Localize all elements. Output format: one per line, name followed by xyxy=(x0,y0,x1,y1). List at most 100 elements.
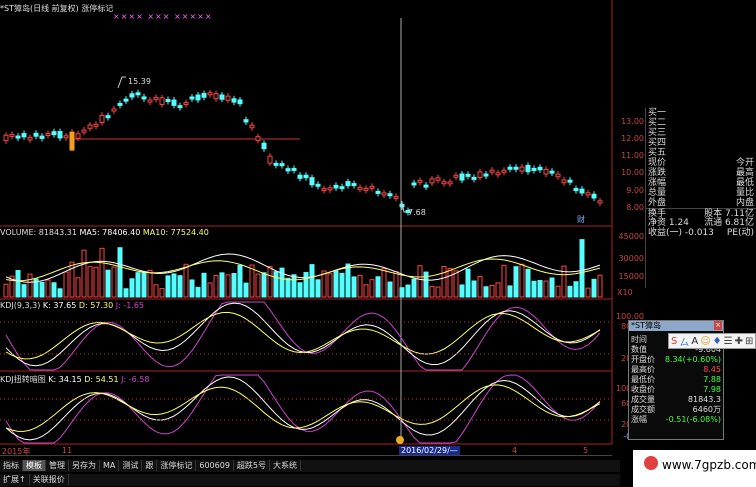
popup-row: 最低价 7.88 xyxy=(631,375,721,384)
candle-body xyxy=(411,182,417,186)
popup-title[interactable]: *ST獐岛 xyxy=(629,321,723,331)
candle-body xyxy=(357,186,363,190)
volume-bar xyxy=(69,261,75,298)
candle-body xyxy=(201,93,207,98)
volume-bar xyxy=(459,284,465,298)
volume-tick: 30000 xyxy=(618,254,644,263)
volume-bar xyxy=(429,285,435,298)
candle-body xyxy=(81,129,87,133)
volume-bar xyxy=(585,287,591,298)
quote-row: 换手 股本 7.11亿 xyxy=(646,208,756,219)
kdj-j: J: -1.65 xyxy=(115,301,145,310)
volume-bar xyxy=(213,274,219,298)
candle-body xyxy=(255,136,261,141)
candle-body xyxy=(441,181,447,185)
candle-body xyxy=(129,93,135,98)
tab-4[interactable]: MA xyxy=(100,460,120,471)
candle-body xyxy=(99,114,105,124)
indicator-tab-bar: 指标 模板 管理 另存为 MA 测试跟涨停标记 600609 超跌5号 大系统 xyxy=(0,460,620,472)
candle-body xyxy=(213,93,219,100)
candle-body xyxy=(477,171,483,178)
volume-ma10: MA10: 77524.40 xyxy=(142,228,209,237)
date-month-11: 11 xyxy=(62,446,73,455)
font-icon[interactable]: A xyxy=(691,336,698,347)
candle-body xyxy=(45,132,51,137)
price-tick: 11.00 xyxy=(621,151,644,160)
tab-10[interactable]: 大系统 xyxy=(270,460,302,471)
grid-icon[interactable]: ⊞ xyxy=(745,336,753,347)
s-logo-icon[interactable]: S xyxy=(671,336,677,347)
menu-icon[interactable]: ☰ xyxy=(724,336,733,347)
volume-bar xyxy=(237,264,243,298)
volume-bar xyxy=(159,288,165,298)
diamond-icon[interactable]: ♦ xyxy=(713,336,722,347)
volume-bar xyxy=(375,276,381,298)
tab-8[interactable]: 600609 xyxy=(196,460,234,471)
candle-body xyxy=(387,193,393,197)
tab-7[interactable]: 涨停标记 xyxy=(157,460,197,471)
watermark-logo-icon xyxy=(644,456,658,470)
kdj2-d: D: 54.51 xyxy=(84,375,119,384)
volume-bar xyxy=(369,279,375,298)
candle-body xyxy=(429,178,435,184)
tab-3[interactable]: 另存为 xyxy=(69,460,100,471)
kdj-d: D: 57.30 xyxy=(78,301,114,310)
volume-header: VOLUME: 81843.31 MA5: 78406.40 MA10: 775… xyxy=(0,228,209,237)
kdj-header: KDJ(9,3,3) K: 37.65 D: 57.30 J: -1.65 xyxy=(0,301,144,310)
volume-bar xyxy=(345,263,351,298)
quote-row: 买四 xyxy=(648,138,667,148)
candle-body xyxy=(159,97,165,105)
volume-bar xyxy=(117,247,123,298)
candle-body xyxy=(243,119,249,123)
candle-body xyxy=(519,166,525,172)
volume-bar xyxy=(381,268,387,298)
quote-row: 现价 今开 xyxy=(648,158,754,168)
volume-bar xyxy=(3,283,9,298)
volume-bar xyxy=(129,278,135,298)
volume-bar xyxy=(165,275,171,298)
ext-tab-1[interactable]: 关联报价 xyxy=(30,474,69,485)
candle-body xyxy=(183,101,189,105)
candle-body xyxy=(261,142,267,150)
volume-bar xyxy=(591,278,597,298)
candle-body xyxy=(69,131,75,151)
date-axis: 2015年 11 2016/02/29/— 4 5 xyxy=(0,446,612,456)
tab-0[interactable]: 指标 xyxy=(0,460,23,471)
volume-bar xyxy=(411,278,417,298)
tab-6[interactable]: 跟 xyxy=(142,460,158,471)
plus-icon[interactable]: ✚ xyxy=(735,336,743,347)
volume-bar xyxy=(39,281,45,298)
smile-icon[interactable]: ㄙ xyxy=(679,334,689,349)
candle-body xyxy=(147,99,153,103)
popup-row: 最高价 8.45 xyxy=(631,365,721,374)
volume-bar xyxy=(27,273,33,298)
volume-bar xyxy=(453,270,459,298)
volume-bar xyxy=(471,280,477,298)
volume-bar xyxy=(255,273,261,298)
tab-9[interactable]: 超跌5号 xyxy=(234,460,271,471)
candle-body xyxy=(207,92,213,96)
candle-body xyxy=(531,167,537,171)
price-tick: 10.00 xyxy=(621,168,644,177)
tab-5[interactable]: 测试 xyxy=(119,460,143,471)
volume-bar xyxy=(303,272,309,298)
finance-mark[interactable]: 财 xyxy=(577,214,585,225)
volume-bar xyxy=(573,281,579,298)
volume-tick: 15000 xyxy=(618,272,644,281)
volume-ma5: MA5: 78406.40 xyxy=(79,228,141,237)
popup-close-icon[interactable]: × xyxy=(714,321,722,330)
candle-body xyxy=(279,163,285,167)
candle-body xyxy=(375,190,381,194)
volume-bar xyxy=(153,284,159,298)
volume-bar xyxy=(267,266,273,298)
ext-tab-0[interactable]: 扩展↑ xyxy=(0,474,30,485)
date-month-4: 4 xyxy=(512,446,518,455)
volume-bar xyxy=(231,273,237,298)
quote-row: 买五 xyxy=(648,148,667,158)
quote-row: 净资 1.24 流通 6.81亿 xyxy=(648,218,754,228)
tab-2[interactable]: 管理 xyxy=(46,460,69,471)
emoji-icon[interactable]: ☺ xyxy=(700,336,710,347)
kdj-k: K: 37.65 xyxy=(42,301,77,310)
candle-body xyxy=(351,183,357,187)
tab-1[interactable]: 模板 xyxy=(23,460,46,471)
